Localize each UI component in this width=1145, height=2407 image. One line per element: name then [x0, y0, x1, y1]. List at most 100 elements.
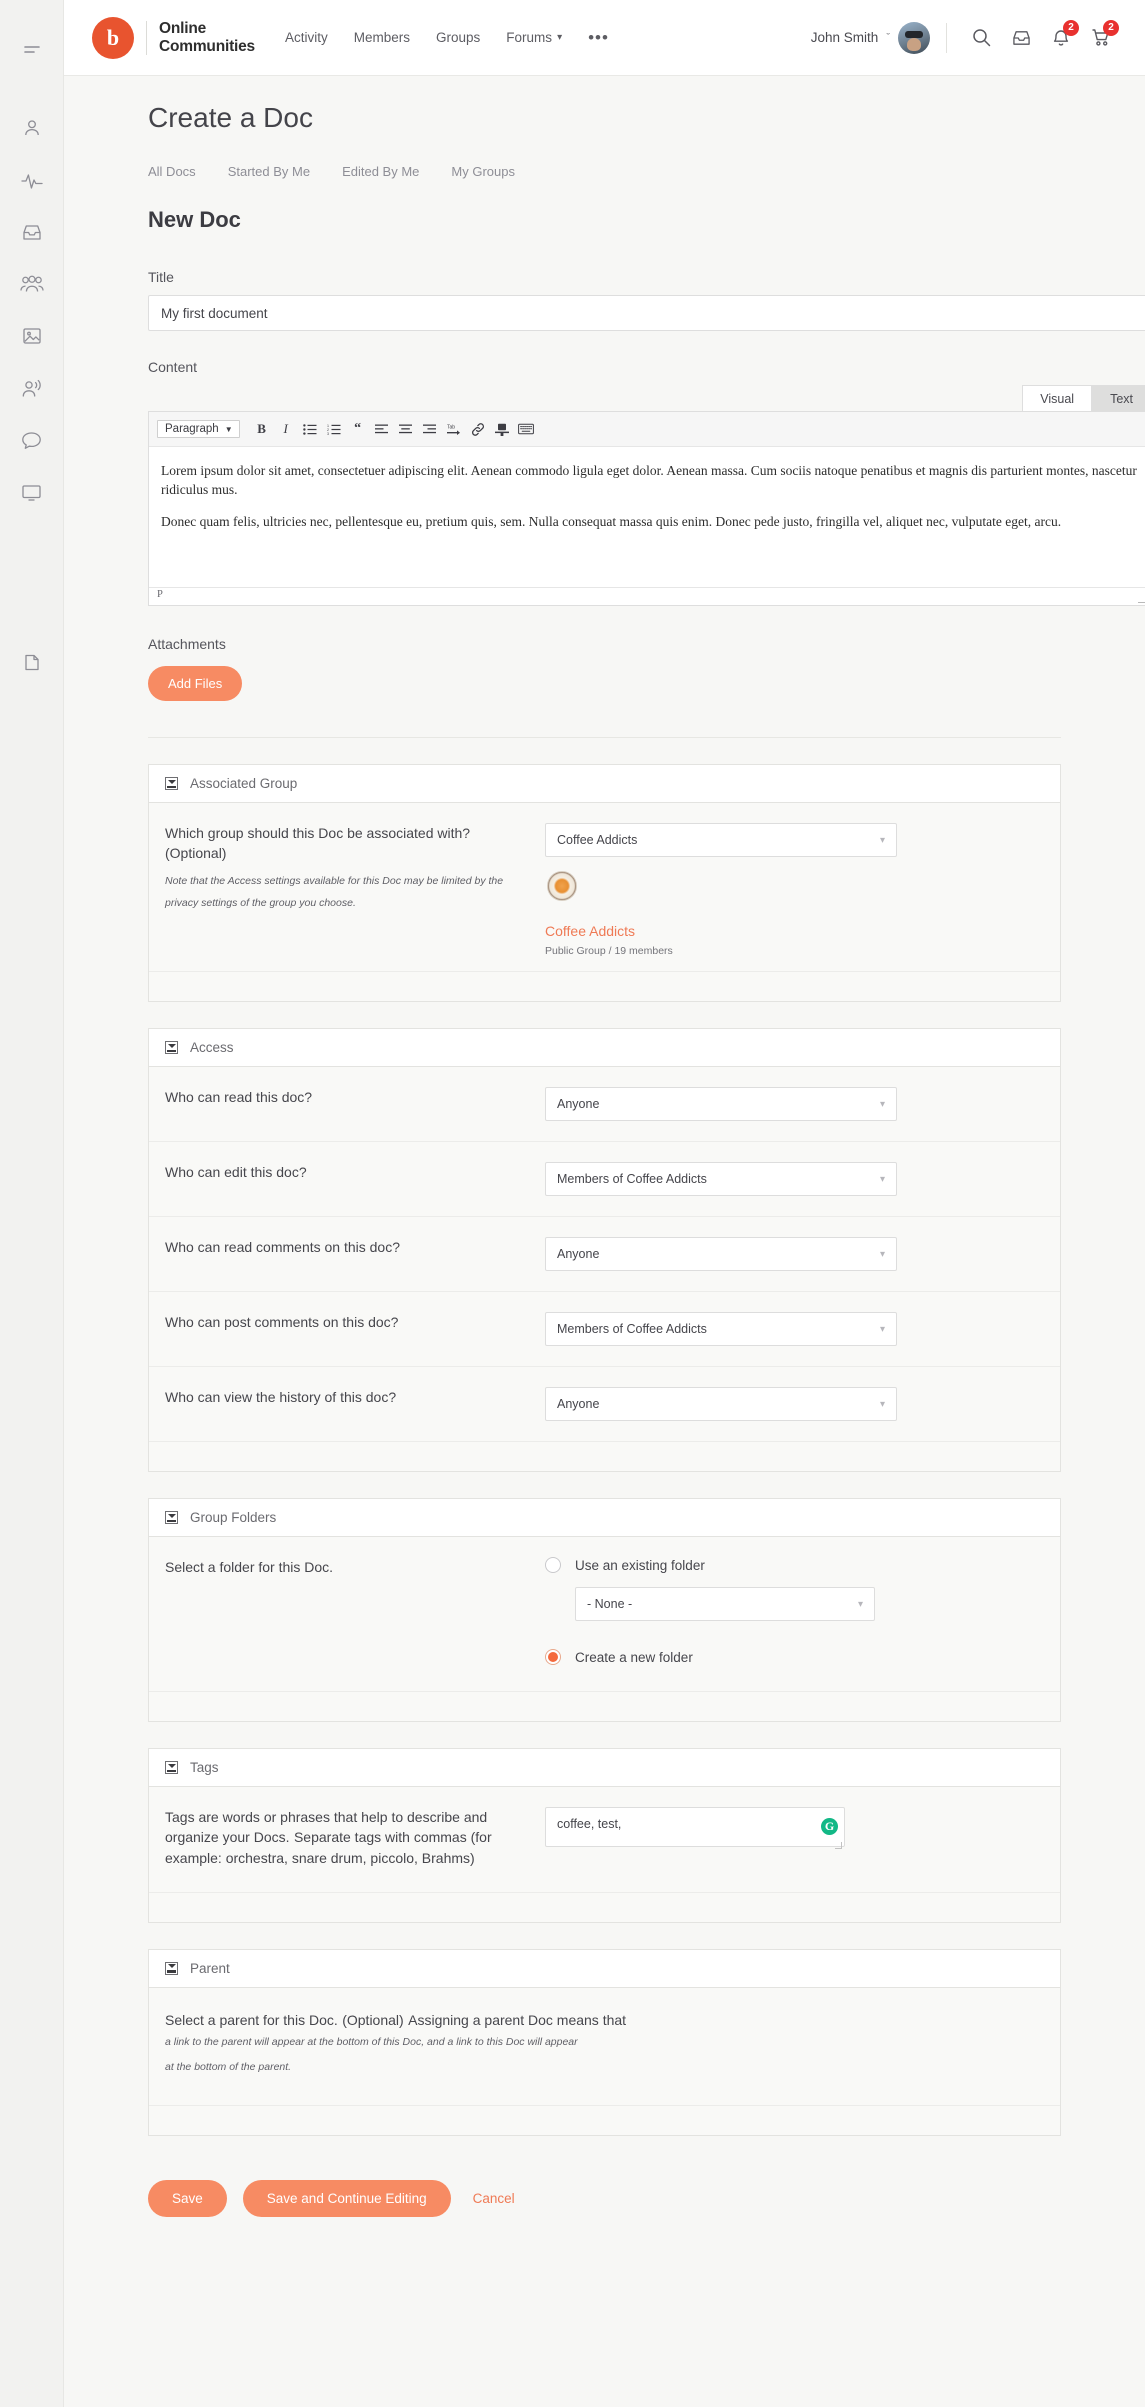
title-input[interactable] [148, 295, 1145, 331]
paragraph-format-select[interactable]: Paragraph ▼ [157, 420, 240, 438]
groups-icon[interactable] [0, 258, 64, 310]
collapse-toggle-icon[interactable] [165, 1761, 178, 1774]
collapse-toggle-icon[interactable] [165, 1962, 178, 1975]
new-folder-option[interactable]: Create a new folder [545, 1649, 1044, 1665]
keyboard-shortcuts-icon[interactable] [514, 418, 538, 440]
attachments-label: Attachments [148, 636, 1101, 652]
access-select-value: Anyone [557, 1097, 599, 1111]
numbered-list-icon[interactable]: 123 [322, 418, 346, 440]
form-actions: Save Save and Continue Editing Cancel [148, 2180, 1101, 2217]
new-folder-radio[interactable] [545, 1649, 561, 1665]
panel-body: Tags are words or phrases that help to d… [149, 1787, 1060, 1892]
associated-group-select-value: Coffee Addicts [557, 833, 637, 847]
tags-label: Tags are words or phrases that help to d… [165, 1807, 545, 1868]
doc-filter-tabs: All Docs Started By Me Edited By Me My G… [148, 164, 1101, 179]
tab-edited-by-me[interactable]: Edited By Me [342, 164, 419, 179]
collapse-toggle-icon[interactable] [165, 1511, 178, 1524]
bold-icon[interactable]: B [250, 418, 274, 440]
notifications-badge: 2 [1063, 20, 1079, 36]
existing-folder-option[interactable]: Use an existing folder [545, 1557, 1044, 1573]
panel-title: Group Folders [190, 1510, 276, 1525]
notifications-bell-icon[interactable]: 2 [1041, 18, 1081, 58]
collapse-toggle-icon[interactable] [165, 1041, 178, 1054]
group-name-link[interactable]: Coffee Addicts [545, 923, 1044, 939]
inbox-icon[interactable] [0, 206, 64, 258]
menu-collapse-icon[interactable] [0, 24, 64, 76]
tab-my-groups[interactable]: My Groups [451, 164, 515, 179]
access-select[interactable]: Members of Coffee Addicts ▾ [545, 1162, 897, 1196]
editor-resize-handle[interactable] [1138, 593, 1145, 603]
cart-icon[interactable]: 2 [1081, 18, 1121, 58]
group-avatar [547, 871, 577, 901]
existing-folder-radio[interactable] [545, 1557, 561, 1573]
tab-started-by-me[interactable]: Started By Me [228, 164, 310, 179]
docs-icon[interactable] [0, 636, 64, 688]
collapse-toggle-icon[interactable] [165, 777, 178, 790]
members-icon[interactable] [0, 362, 64, 414]
tab-text[interactable]: Text [1092, 385, 1145, 411]
align-center-icon[interactable] [394, 418, 418, 440]
panel-header[interactable]: Associated Group [149, 765, 1060, 803]
tags-input[interactable] [545, 1807, 845, 1847]
access-control: Anyone ▾ [545, 1237, 1044, 1271]
access-row: Who can read this doc? Anyone ▾ [149, 1067, 1060, 1142]
nav-item-members[interactable]: Members [354, 30, 410, 45]
search-icon[interactable] [961, 18, 1001, 58]
associated-group-select[interactable]: Coffee Addicts ▾ [545, 823, 897, 857]
group-folders-control: Use an existing folder - None - ▾ Create… [545, 1557, 1044, 1665]
panel-header[interactable]: Parent [149, 1950, 1060, 1988]
panel-footer [149, 1691, 1060, 1721]
read-more-icon[interactable] [490, 418, 514, 440]
avatar[interactable] [898, 22, 930, 54]
profile-icon[interactable] [0, 102, 64, 154]
panel-header[interactable]: Group Folders [149, 1499, 1060, 1537]
italic-icon[interactable]: I [274, 418, 298, 440]
group-meta: Public Group / 19 members [545, 945, 1044, 957]
add-files-button[interactable]: Add Files [148, 666, 242, 701]
cancel-link[interactable]: Cancel [473, 2191, 515, 2206]
nav-more-icon[interactable]: ••• [588, 28, 609, 48]
folder-select[interactable]: - None - ▾ [575, 1587, 875, 1621]
nav-item-activity[interactable]: Activity [285, 30, 328, 45]
panel-body: Which group should this Doc be associate… [149, 803, 1060, 971]
activity-pulse-icon[interactable] [0, 154, 64, 206]
brand[interactable]: b Online Communities [92, 17, 255, 59]
link-icon[interactable] [466, 418, 490, 440]
panel-header[interactable]: Tags [149, 1749, 1060, 1787]
align-left-icon[interactable] [370, 418, 394, 440]
tags-resize-handle[interactable] [835, 1842, 842, 1849]
content-field-label: Content [148, 359, 1101, 375]
tab-visual[interactable]: Visual [1022, 385, 1092, 411]
tags-input-wrapper: G [545, 1807, 845, 1852]
insert-tab-icon[interactable]: Tab [442, 418, 466, 440]
align-right-icon[interactable] [418, 418, 442, 440]
screen-icon[interactable] [0, 466, 64, 518]
access-label: Who can read this doc? [165, 1087, 545, 1107]
access-control: Anyone ▾ [545, 1087, 1044, 1121]
section-divider [148, 737, 1061, 738]
save-button[interactable]: Save [148, 2180, 227, 2217]
grammar-check-icon[interactable]: G [821, 1818, 838, 1835]
nav-label-groups: Groups [436, 30, 480, 45]
tab-all-docs[interactable]: All Docs [148, 164, 196, 179]
messages-icon[interactable] [0, 414, 64, 466]
nav-item-groups[interactable]: Groups [436, 30, 480, 45]
access-select[interactable]: Anyone ▾ [545, 1087, 897, 1121]
save-and-continue-button[interactable]: Save and Continue Editing [243, 2180, 451, 2217]
access-select[interactable]: Anyone ▾ [545, 1237, 897, 1271]
nav-item-forums[interactable]: Forums ▾ [506, 30, 562, 45]
access-select[interactable]: Anyone ▾ [545, 1387, 897, 1421]
photos-icon[interactable] [0, 310, 64, 362]
editor-content-area[interactable]: Lorem ipsum dolor sit amet, consectetuer… [149, 447, 1145, 587]
svg-text:3: 3 [327, 431, 329, 434]
inbox-icon[interactable] [1001, 18, 1041, 58]
nav-label-activity: Activity [285, 30, 328, 45]
panel-header[interactable]: Access [149, 1029, 1060, 1067]
bulleted-list-icon[interactable] [298, 418, 322, 440]
blockquote-icon[interactable]: “ [346, 418, 370, 440]
access-select[interactable]: Members of Coffee Addicts ▾ [545, 1312, 897, 1346]
access-label: Who can view the history of this doc? [165, 1387, 545, 1407]
access-control: Members of Coffee Addicts ▾ [545, 1312, 1044, 1346]
user-menu[interactable]: John Smith ˇ [811, 22, 930, 54]
access-control: Members of Coffee Addicts ▾ [545, 1162, 1044, 1196]
